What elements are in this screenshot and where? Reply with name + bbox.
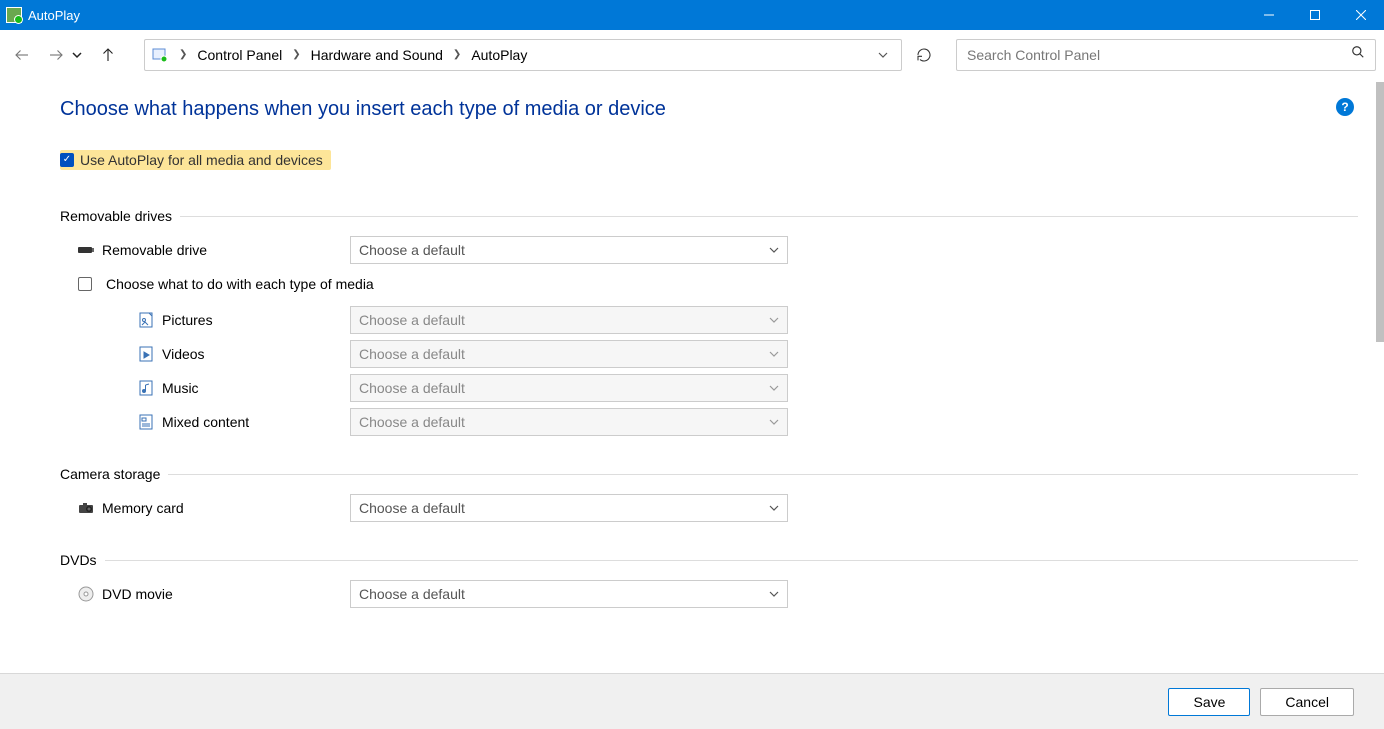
section-header: Camera storage [60,466,1358,482]
help-button[interactable]: ? [1336,98,1354,116]
combo-value: Choose a default [359,312,465,328]
pictures-combo[interactable]: Choose a default [350,306,788,334]
back-button[interactable] [8,41,36,69]
removable-drive-combo[interactable]: Choose a default [350,236,788,264]
breadcrumb-item[interactable]: Hardware and Sound [307,47,447,63]
chevron-down-icon [769,380,779,396]
section-header: Removable drives [60,208,1358,224]
dvd-movie-combo[interactable]: Choose a default [350,580,788,608]
dvd-icon [78,586,94,602]
option-videos: Videos Choose a default [60,340,1358,368]
combo-value: Choose a default [359,380,465,396]
chevron-down-icon [769,500,779,516]
cancel-button[interactable]: Cancel [1260,688,1354,716]
window-title: AutoPlay [28,8,80,23]
option-label: Music [162,380,199,396]
option-memory-card: Memory card Choose a default [60,494,1358,522]
search-input[interactable] [967,47,1351,63]
option-label: DVD movie [102,586,173,602]
breadcrumb-item[interactable]: Control Panel [193,47,286,63]
up-button[interactable] [94,41,122,69]
maximize-button[interactable] [1292,0,1338,30]
breadcrumb-item[interactable]: AutoPlay [467,47,531,63]
close-button[interactable] [1338,0,1384,30]
option-label: Removable drive [102,242,207,258]
content-area: ? Choose what happens when you insert ea… [0,80,1384,673]
chevron-down-icon [769,586,779,602]
option-removable-drive: Removable drive Choose a default [60,236,1358,264]
combo-value: Choose a default [359,414,465,430]
breadcrumb-bar[interactable]: ❯ Control Panel ❯ Hardware and Sound ❯ A… [144,39,902,71]
title-bar: AutoPlay [0,0,1384,30]
section-removable-drives: Removable drives Removable drive Choose … [60,208,1358,436]
option-pictures: Pictures Choose a default [60,306,1358,334]
section-title: DVDs [60,552,97,568]
save-button[interactable]: Save [1168,688,1250,716]
divider [168,474,1358,475]
location-icon [151,46,169,64]
recent-locations-button[interactable] [72,50,88,60]
page-title: Choose what happens when you insert each… [60,98,1358,121]
combo-value: Choose a default [359,242,465,258]
footer-bar: Save Cancel [0,673,1384,729]
music-icon [138,380,154,396]
breadcrumb-dropdown-button[interactable] [871,49,895,61]
mixed-content-icon [138,414,154,430]
scrollbar-thumb[interactable] [1376,82,1384,342]
option-label: Videos [162,346,205,362]
option-label: Mixed content [162,414,249,430]
use-autoplay-row: Use AutoPlay for all media and devices [60,150,331,170]
option-label: Memory card [102,500,184,516]
combo-value: Choose a default [359,346,465,362]
videos-icon [138,346,154,362]
divider [105,560,1358,561]
window-controls [1246,0,1384,30]
chevron-down-icon [769,312,779,328]
memory-card-combo[interactable]: Choose a default [350,494,788,522]
combo-value: Choose a default [359,586,465,602]
videos-combo[interactable]: Choose a default [350,340,788,368]
title-bar-left: AutoPlay [6,7,80,23]
media-type-check-label[interactable]: Choose what to do with each type of medi… [106,276,374,292]
combo-value: Choose a default [359,500,465,516]
removable-drive-icon [78,242,94,258]
chevron-right-icon: ❯ [290,49,302,60]
use-autoplay-checkbox[interactable] [60,153,74,167]
pictures-icon [138,312,154,328]
chevron-right-icon: ❯ [451,49,463,60]
media-type-check-row: Choose what to do with each type of medi… [60,276,1358,292]
minimize-button[interactable] [1246,0,1292,30]
mixed-combo[interactable]: Choose a default [350,408,788,436]
divider [180,216,1358,217]
section-dvds: DVDs DVD movie Choose a default [60,552,1358,608]
media-type-checkbox[interactable] [78,277,92,291]
search-icon [1351,45,1365,64]
use-autoplay-label[interactable]: Use AutoPlay for all media and devices [80,152,323,168]
chevron-right-icon: ❯ [177,49,189,60]
section-title: Camera storage [60,466,160,482]
option-mixed: Mixed content Choose a default [60,408,1358,436]
search-box[interactable] [956,39,1376,71]
refresh-button[interactable] [910,47,938,63]
option-dvd-movie: DVD movie Choose a default [60,580,1358,608]
music-combo[interactable]: Choose a default [350,374,788,402]
option-label: Pictures [162,312,213,328]
navigation-bar: ❯ Control Panel ❯ Hardware and Sound ❯ A… [0,30,1384,80]
chevron-down-icon [769,414,779,430]
app-icon [6,7,22,23]
memory-card-icon [78,500,94,516]
section-title: Removable drives [60,208,172,224]
option-music: Music Choose a default [60,374,1358,402]
section-header: DVDs [60,552,1358,568]
forward-button[interactable] [42,41,70,69]
section-camera-storage: Camera storage Memory card Choose a defa… [60,466,1358,522]
chevron-down-icon [769,346,779,362]
chevron-down-icon [769,242,779,258]
